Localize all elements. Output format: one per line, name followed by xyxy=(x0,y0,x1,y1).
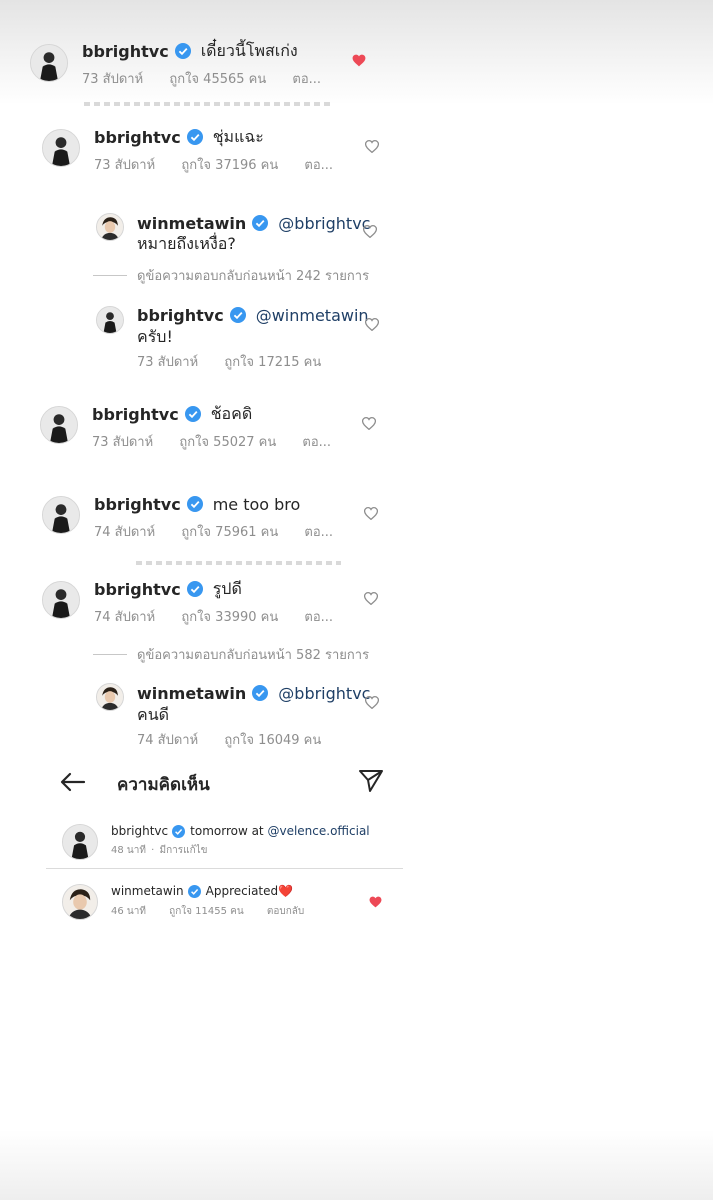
avatar[interactable] xyxy=(62,824,98,860)
heart-icon[interactable] xyxy=(364,507,378,520)
comment-text: ชุ่มแฉะ xyxy=(212,126,264,146)
comment-text: ครับ! xyxy=(137,327,173,346)
avatar[interactable] xyxy=(96,306,124,334)
reply-button[interactable]: ตอ... xyxy=(304,525,333,540)
view-replies-label: ดูข้อความตอบกลับก่อนหน้า 582 รายการ xyxy=(137,648,370,663)
view-previous-replies[interactable]: ดูข้อความตอบกลับก่อนหน้า 242 รายการ xyxy=(93,265,369,286)
username[interactable]: winmetawin xyxy=(137,214,246,233)
bottom-gradient xyxy=(0,1130,713,1200)
avatar[interactable] xyxy=(96,683,124,711)
cropped-text-artifact xyxy=(84,102,334,106)
heart-icon[interactable] xyxy=(365,140,379,153)
heart-icon[interactable] xyxy=(364,592,378,605)
heart-icon[interactable] xyxy=(363,225,377,238)
mention-link[interactable]: @winmetawin xyxy=(256,306,369,325)
like-count[interactable]: ถูกใจ 75961 คน xyxy=(181,525,278,540)
caption-text: tomorrow at xyxy=(190,824,268,838)
verified-badge-icon xyxy=(229,307,246,323)
like-count[interactable]: ถูกใจ 37196 คน xyxy=(181,158,278,173)
mention-link[interactable]: @velence.official xyxy=(267,824,369,838)
heart-icon[interactable] xyxy=(365,696,379,709)
comment-time: 46 นาที xyxy=(111,906,146,917)
like-count[interactable]: ถูกใจ 17215 คน xyxy=(224,355,321,370)
avatar[interactable] xyxy=(96,213,124,241)
edited-label: มีการแก้ไข xyxy=(159,845,208,856)
view-replies-label: ดูข้อความตอบกลับก่อนหน้า 242 รายการ xyxy=(137,269,370,284)
send-icon[interactable] xyxy=(358,769,384,793)
username[interactable]: winmetawin xyxy=(137,684,246,703)
comment-text: หมายถึงเหงื่อ? xyxy=(137,234,236,253)
comment-text: ช้อคดิ xyxy=(210,403,253,423)
comment-time: 73 สัปดาห์ xyxy=(82,72,144,87)
comment-text: รูปดี xyxy=(212,578,242,598)
verified-badge-icon xyxy=(252,685,269,701)
verified-badge-icon xyxy=(186,581,203,597)
avatar[interactable] xyxy=(30,44,68,82)
reply-button[interactable]: ตอบกลับ xyxy=(267,906,304,917)
reply-button[interactable]: ตอ... xyxy=(304,158,333,173)
username[interactable]: bbrightvc xyxy=(137,306,224,325)
heart-icon[interactable] xyxy=(365,318,379,331)
verified-badge-icon xyxy=(187,884,201,898)
comment-time: 74 สัปดาห์ xyxy=(94,525,156,540)
heart-icon[interactable] xyxy=(369,896,382,908)
avatar[interactable] xyxy=(42,129,80,167)
username[interactable]: bbrightvc xyxy=(82,42,169,61)
replies-divider xyxy=(93,275,127,276)
back-arrow-icon[interactable] xyxy=(60,772,86,792)
verified-badge-icon xyxy=(186,496,203,512)
comment-text: Appreciated❤️ xyxy=(205,884,294,898)
view-previous-replies[interactable]: ดูข้อความตอบกลับก่อนหน้า 582 รายการ xyxy=(93,644,369,665)
verified-badge-icon xyxy=(252,215,269,231)
comments-header: ความคิดเห็น xyxy=(40,760,400,804)
verified-badge-icon xyxy=(172,824,186,838)
comment-text: เดี๋ยวนี้โพสเก่ง xyxy=(200,40,298,60)
verified-badge-icon xyxy=(184,406,201,422)
username[interactable]: bbrightvc xyxy=(92,405,179,424)
reply-button[interactable]: ตอ... xyxy=(304,610,333,625)
like-count[interactable]: ถูกใจ 11455 คน xyxy=(169,906,244,917)
page-title: ความคิดเห็น xyxy=(117,775,210,795)
like-count[interactable]: ถูกใจ 16049 คน xyxy=(224,733,321,748)
username[interactable]: bbrightvc xyxy=(94,128,181,147)
avatar[interactable] xyxy=(40,406,78,444)
comment-time: 73 สัปดาห์ xyxy=(94,158,156,173)
like-count[interactable]: ถูกใจ 55027 คน xyxy=(179,435,276,450)
reply-button[interactable]: ตอ... xyxy=(292,72,321,87)
comment-time: 74 สัปดาห์ xyxy=(137,733,199,748)
heart-icon[interactable] xyxy=(362,417,376,430)
comment-text: me too bro xyxy=(212,494,301,514)
comment-time: 73 สัปดาห์ xyxy=(137,355,199,370)
avatar[interactable] xyxy=(42,496,80,534)
mention-link[interactable]: @bbrightvc xyxy=(278,214,370,233)
caption-divider xyxy=(46,868,403,869)
comment-text: คนดี xyxy=(137,705,170,724)
username[interactable]: bbrightvc xyxy=(111,824,168,838)
replies-divider xyxy=(93,654,127,655)
caption-time: 48 นาที xyxy=(111,845,146,856)
heart-icon[interactable] xyxy=(352,54,366,67)
verified-badge-icon xyxy=(174,43,191,59)
comment-time: 73 สัปดาห์ xyxy=(92,435,154,450)
username[interactable]: winmetawin xyxy=(111,884,184,898)
comment-time: 74 สัปดาห์ xyxy=(94,610,156,625)
mention-link[interactable]: @bbrightvc xyxy=(278,684,370,703)
meta-separator: · xyxy=(151,845,155,856)
verified-badge-icon xyxy=(186,129,203,145)
like-count[interactable]: ถูกใจ 33990 คน xyxy=(181,610,278,625)
like-count[interactable]: ถูกใจ 45565 คน xyxy=(169,72,266,87)
reply-button[interactable]: ตอ... xyxy=(302,435,331,450)
username[interactable]: bbrightvc xyxy=(94,580,181,599)
avatar[interactable] xyxy=(62,884,98,920)
username[interactable]: bbrightvc xyxy=(94,495,181,514)
cropped-text-artifact xyxy=(136,561,341,565)
avatar[interactable] xyxy=(42,581,80,619)
